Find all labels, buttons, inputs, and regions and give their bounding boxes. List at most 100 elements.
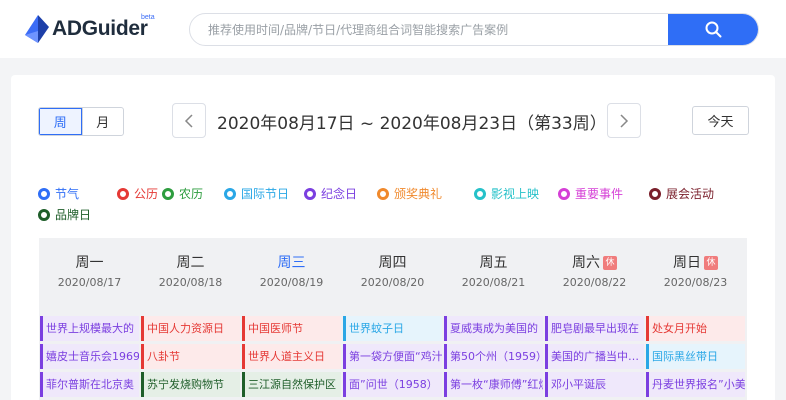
view-switch: 周 月 [38, 107, 124, 136]
legend-label: 国际节日 [241, 187, 290, 201]
day-name-label: 周四 [378, 255, 407, 271]
day-date: 2020/08/20 [360, 276, 425, 289]
next-week-button[interactable] [607, 103, 641, 138]
search-button[interactable] [668, 14, 758, 45]
calendar-event[interactable]: 八卦节 [141, 344, 240, 369]
day-column: 周一 2020/08/17 世界上规模最大的 嬉皮士音乐会1969 菲尔普斯在北京奥 [39, 238, 140, 400]
day-name: 周五 [443, 252, 544, 272]
day-name: 周三 [241, 252, 342, 272]
day-name-label: 周六 [572, 255, 600, 271]
day-name: 周日休 [645, 252, 746, 272]
legend-dot-icon [38, 208, 50, 221]
week-range-title: 2020年08月17日 ~ 2020年08月23日（第33周） [217, 114, 607, 134]
legend-label: 纪念日 [321, 187, 358, 201]
day-name: 周六休 [544, 252, 645, 272]
search-icon [705, 21, 721, 38]
day-name-label: 周一 [75, 255, 104, 271]
legend-dot-icon [377, 187, 389, 200]
legend-dot-icon [117, 187, 129, 200]
day-name: 周一 [39, 252, 140, 272]
day-date: 2020/08/23 [663, 276, 728, 289]
day-column: 周四 2020/08/20 世界蚊子日第一袋方便面“鸡汁 面”问世（1958） [342, 238, 443, 400]
calendar-event[interactable]: 国际黑丝带日 [646, 344, 745, 369]
legend-item[interactable]: 品牌日 [38, 206, 91, 223]
chevron-left-icon [184, 113, 193, 128]
legend-dot-icon [162, 187, 174, 200]
legend-dot-icon [649, 187, 661, 200]
legend-label: 农历 [179, 187, 204, 201]
legend-dot-icon [38, 187, 50, 200]
legend-item[interactable]: 农历 [162, 185, 203, 202]
legend-item[interactable]: 公历 [117, 185, 158, 202]
calendar-event[interactable]: 中国人力资源日 [141, 316, 240, 341]
day-name-label: 周日 [673, 255, 701, 271]
day-date: 2020/08/22 [562, 276, 627, 289]
chevron-right-icon [620, 113, 629, 128]
legend-item[interactable]: 国际节日 [224, 185, 289, 202]
calendar-event[interactable]: 夏威夷成为美国的 [444, 316, 543, 341]
top-header: ADGuider beta [0, 0, 786, 58]
calendar-event[interactable]: 面”问世（1958） [343, 372, 442, 397]
calendar-event[interactable]: 丹麦世界报名”小美 [646, 372, 745, 397]
calendar-event[interactable]: 世界蚊子日 [343, 316, 442, 341]
view-month-button[interactable]: 月 [81, 108, 124, 135]
rest-day-badge: 休 [603, 256, 617, 270]
day-date: 2020/08/21 [461, 276, 526, 289]
calendar-event[interactable]: 处女月开始 [646, 316, 745, 341]
legend-dot-icon [224, 187, 236, 200]
calendar-event[interactable]: 第一枚“康师傅”红烧 [444, 372, 543, 397]
day-column: 周三 2020/08/19 中国医师节世界人道主义日 三江源自然保护区 [241, 238, 342, 400]
day-name-label: 周二 [176, 255, 205, 271]
calendar-event[interactable]: 第50个州（1959） [444, 344, 543, 369]
logo[interactable]: ADGuider beta [22, 13, 162, 47]
prev-week-button[interactable] [172, 103, 206, 138]
legend-label: 节气 [55, 187, 80, 201]
calendar-event[interactable]: 美国的广播当中… [545, 344, 644, 369]
rest-day-badge: 休 [704, 256, 718, 270]
legend-item[interactable]: 纪念日 [304, 185, 357, 202]
day-column: 周六休 2020/08/22 肥皂剧最早出现在 美国的广播当中… 邓小平诞辰 [544, 238, 645, 400]
day-column: 周五 2020/08/21 夏威夷成为美国的 第50个州（1959） 第一枚“康师傅”红… [443, 238, 544, 400]
day-date: 2020/08/19 [259, 276, 324, 289]
legend-item[interactable]: 重要事件 [558, 185, 623, 202]
day-column: 周二 2020/08/18 中国人力资源日 八卦节苏宁发烧购物节 [140, 238, 241, 400]
view-week-button[interactable]: 周 [39, 108, 82, 135]
legend-item[interactable]: 颁奖典礼 [377, 185, 442, 202]
legend-dot-icon [304, 187, 316, 200]
calendar-event[interactable]: 嬉皮士音乐会1969 [40, 344, 139, 369]
calendar-event[interactable]: 世界上规模最大的 [40, 316, 139, 341]
calendar-event[interactable]: 三江源自然保护区 [242, 372, 341, 397]
day-name-label: 周五 [479, 255, 508, 271]
legend-item[interactable]: 影视上映 [474, 185, 539, 202]
calendar-event[interactable]: 中国医师节 [242, 316, 341, 341]
legend-item[interactable]: 展会活动 [649, 185, 714, 202]
legend-label: 颁奖典礼 [394, 187, 443, 201]
legend-label: 公历 [134, 187, 159, 201]
legend-label: 展会活动 [666, 187, 715, 201]
logo-mark-icon [25, 15, 49, 43]
today-button[interactable]: 今天 [692, 106, 749, 135]
legend-label: 品牌日 [55, 208, 92, 222]
day-name-label: 周三 [277, 255, 306, 271]
calendar-event[interactable]: 肥皂剧最早出现在 [545, 316, 644, 341]
day-name: 周四 [342, 252, 443, 272]
week-calendar: 周一 2020/08/17 世界上规模最大的 嬉皮士音乐会1969 菲尔普斯在北京奥 周二… [39, 238, 747, 400]
day-column: 周日休 2020/08/23 处女月开始国际黑丝带日 丹麦世界报名”小美 [645, 238, 746, 400]
legend-label: 重要事件 [575, 187, 624, 201]
day-date: 2020/08/17 [57, 276, 122, 289]
calendar-event[interactable]: 世界人道主义日 [242, 344, 341, 369]
search-input[interactable] [190, 14, 670, 45]
legend-dot-icon [558, 187, 570, 200]
calendar-event[interactable]: 菲尔普斯在北京奥 [40, 372, 139, 397]
logo-text: ADGuider [52, 17, 148, 40]
calendar-event[interactable]: 苏宁发烧购物节 [141, 372, 240, 397]
calendar-event[interactable]: 第一袋方便面“鸡汁 [343, 344, 442, 369]
legend-dot-icon [474, 187, 486, 200]
day-name: 周二 [140, 252, 241, 272]
calendar-panel: 周 月 2020年08月17日 ~ 2020年08月23日（第33周） 今天 节… [11, 75, 775, 400]
calendar-event[interactable]: 邓小平诞辰 [545, 372, 644, 397]
search-bar [189, 13, 759, 46]
legend-item[interactable]: 节气 [38, 185, 79, 202]
day-date: 2020/08/18 [158, 276, 223, 289]
legend-label: 影视上映 [491, 187, 540, 201]
